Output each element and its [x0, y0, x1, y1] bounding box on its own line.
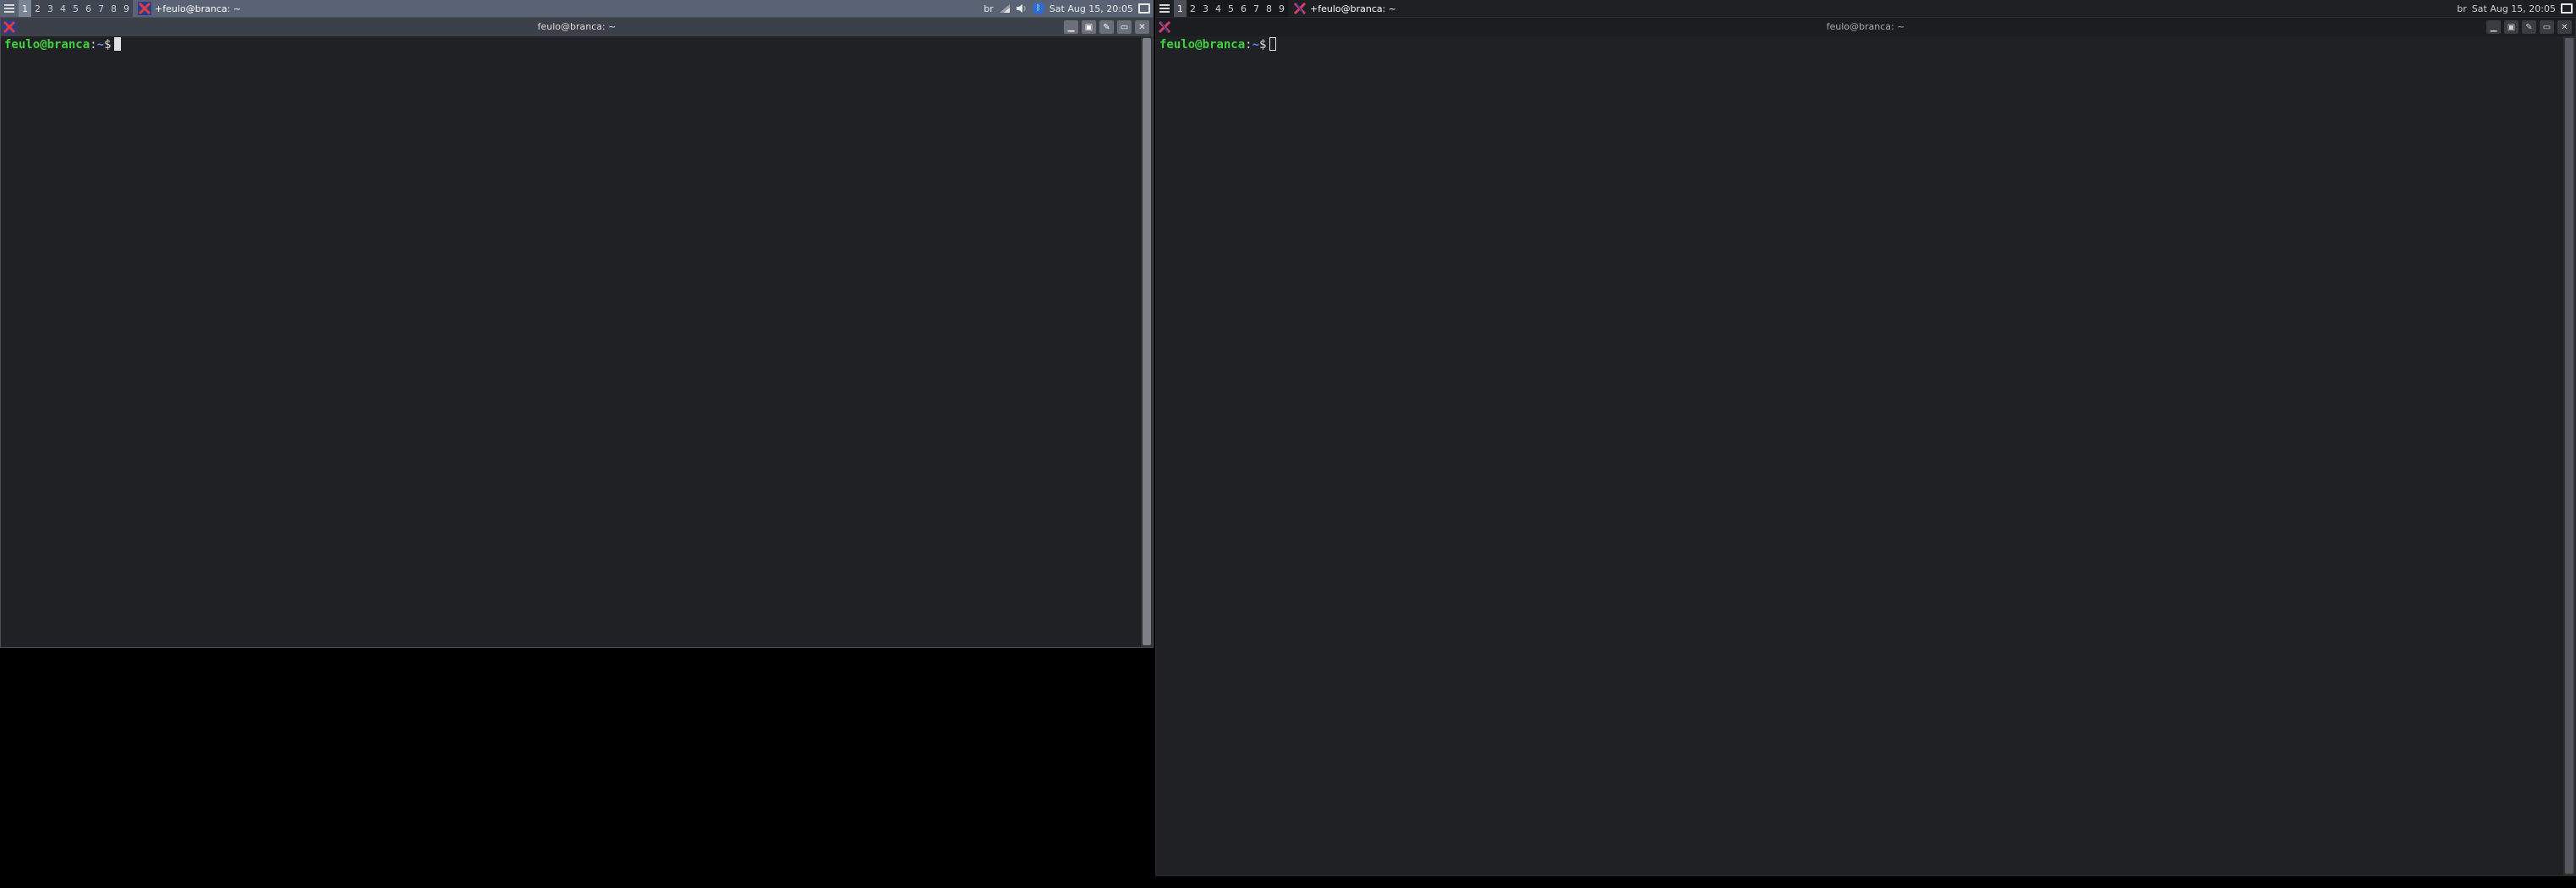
scrollbar-thumb[interactable] — [1143, 38, 1151, 645]
maximize-icon: ▣ — [2507, 22, 2516, 32]
taskbar-item-label: +feulo@branca: ~ — [155, 3, 242, 14]
show-desktop-button[interactable] — [2561, 3, 2573, 14]
taskbar-panel: 1 2 3 4 5 6 7 8 9 +feulo@branca: ~ br ᛒ … — [0, 0, 1154, 17]
terminal-window[interactable]: feulo@branca: ~ ▁ ▣ ✎ ▭ ✕ feulo@branca:~… — [0, 17, 1154, 648]
terminal-output[interactable]: feulo@branca:~$ — [1, 36, 1141, 647]
workspace-9[interactable]: 9 — [1275, 0, 1288, 17]
terminal-scrollbar[interactable] — [1141, 36, 1153, 647]
prompt-user-host: feulo@branca — [4, 38, 90, 52]
shade-icon: ▭ — [1120, 22, 1129, 32]
volume-icon[interactable] — [1016, 3, 1028, 14]
prompt-colon: : — [1245, 38, 1252, 52]
close-button[interactable]: ✕ — [1135, 20, 1149, 34]
close-icon: ✕ — [1138, 22, 1146, 32]
prompt-line: feulo@branca:~$ — [1159, 36, 2560, 53]
workspace-switcher: 1 2 3 4 5 6 7 8 9 — [19, 0, 133, 17]
prompt-path: ~ — [96, 38, 105, 52]
maximize-button[interactable]: ▣ — [2504, 20, 2518, 34]
pin-icon: ✎ — [1103, 22, 1110, 32]
left-screen: 1 2 3 4 5 6 7 8 9 +feulo@branca: ~ br ᛒ … — [0, 0, 1154, 888]
taskbar-panel: 1 2 3 4 5 6 7 8 9 +feulo@branca: ~ br Sa… — [1155, 0, 2576, 17]
minimize-button[interactable]: ▁ — [1064, 20, 1078, 34]
workspace-3[interactable]: 3 — [44, 0, 57, 17]
taskbar-item-terminal[interactable]: +feulo@branca: ~ — [133, 0, 249, 17]
workspace-8[interactable]: 8 — [107, 0, 120, 17]
workspace-1[interactable]: 1 — [19, 0, 31, 17]
taskbar-item-terminal[interactable]: +feulo@branca: ~ — [1288, 0, 1405, 17]
workspace-6[interactable]: 6 — [82, 0, 95, 17]
text-cursor — [114, 37, 122, 51]
bluetooth-icon[interactable]: ᛒ — [1032, 3, 1044, 14]
show-desktop-icon — [1138, 3, 1150, 14]
close-button[interactable]: ✕ — [2557, 20, 2572, 34]
terminal-scrollbar[interactable] — [2563, 36, 2575, 875]
menu-button[interactable] — [0, 0, 19, 17]
workspace-8[interactable]: 8 — [1263, 0, 1275, 17]
minimize-button[interactable]: ▁ — [2486, 20, 2501, 34]
network-icon[interactable] — [999, 3, 1011, 14]
clock[interactable]: Sat Aug 15, 20:05 — [1050, 3, 1133, 14]
menu-icon — [4, 4, 14, 13]
minimize-icon: ▁ — [1067, 22, 1075, 32]
prompt-colon: : — [90, 38, 97, 52]
prompt-user-host: feulo@branca — [1159, 38, 1246, 52]
scrollbar-thumb[interactable] — [2565, 38, 2573, 874]
prompt-dollar: $ — [104, 38, 112, 52]
keyboard-layout[interactable]: br — [984, 3, 994, 14]
workspace-6[interactable]: 6 — [1237, 0, 1250, 17]
close-icon: ✕ — [2561, 22, 2568, 32]
show-desktop-button[interactable] — [1138, 3, 1150, 14]
window-controls: ▁ ▣ ✎ ▭ ✕ — [1064, 20, 1149, 34]
prompt-line: feulo@branca:~$ — [4, 36, 1137, 53]
workspace-9[interactable]: 9 — [120, 0, 133, 17]
shade-icon: ▭ — [2542, 22, 2551, 32]
clock[interactable]: Sat Aug 15, 20:05 — [2472, 3, 2556, 14]
shade-button[interactable]: ▭ — [2540, 20, 2554, 34]
pin-button[interactable]: ✎ — [2522, 20, 2536, 34]
system-tray: br Sat Aug 15, 20:05 — [2457, 0, 2576, 17]
menu-button[interactable] — [1155, 0, 1174, 17]
window-title: feulo@branca: ~ — [537, 21, 617, 32]
prompt-dollar: $ — [1259, 38, 1267, 52]
taskbar-item-label: +feulo@branca: ~ — [1310, 3, 1397, 14]
terminal-window[interactable]: feulo@branca: ~ ▁ ▣ ✎ ▭ ✕ feulo@branca:~… — [1155, 17, 2576, 876]
workspace-5[interactable]: 5 — [69, 0, 82, 17]
prompt-path: ~ — [1252, 38, 1260, 52]
window-titlebar[interactable]: feulo@branca: ~ ▁ ▣ ✎ ▭ ✕ — [1, 18, 1153, 36]
shade-button[interactable]: ▭ — [1117, 20, 1132, 34]
workspace-2[interactable]: 2 — [1187, 0, 1199, 17]
xterm-icon — [138, 2, 151, 15]
text-cursor — [1269, 37, 1277, 51]
menu-icon — [1159, 4, 1170, 13]
minimize-icon: ▁ — [2490, 22, 2497, 32]
pin-icon: ✎ — [2525, 22, 2533, 32]
workspace-7[interactable]: 7 — [1250, 0, 1263, 17]
workspace-4[interactable]: 4 — [1212, 0, 1225, 17]
terminal-output[interactable]: feulo@branca:~$ — [1156, 36, 2563, 875]
workspace-2[interactable]: 2 — [31, 0, 44, 17]
workspace-7[interactable]: 7 — [95, 0, 107, 17]
pin-button[interactable]: ✎ — [1099, 20, 1114, 34]
window-title: feulo@branca: ~ — [1826, 21, 1905, 32]
workspace-1[interactable]: 1 — [1174, 0, 1187, 17]
workspace-3[interactable]: 3 — [1199, 0, 1212, 17]
keyboard-layout[interactable]: br — [2457, 3, 2467, 14]
workspace-5[interactable]: 5 — [1225, 0, 1237, 17]
xterm-icon — [1293, 2, 1307, 15]
maximize-button[interactable]: ▣ — [1082, 20, 1096, 34]
workspace-switcher: 1 2 3 4 5 6 7 8 9 — [1174, 0, 1288, 17]
system-tray: br ᛒ Sat Aug 15, 20:05 — [984, 0, 1154, 17]
workspace-4[interactable]: 4 — [57, 0, 69, 17]
right-screen: 1 2 3 4 5 6 7 8 9 +feulo@branca: ~ br Sa… — [1155, 0, 2576, 888]
maximize-icon: ▣ — [1084, 22, 1093, 32]
show-desktop-icon — [2561, 3, 2573, 14]
window-titlebar[interactable]: feulo@branca: ~ ▁ ▣ ✎ ▭ ✕ — [1156, 18, 2575, 36]
window-controls: ▁ ▣ ✎ ▭ ✕ — [2486, 20, 2572, 34]
